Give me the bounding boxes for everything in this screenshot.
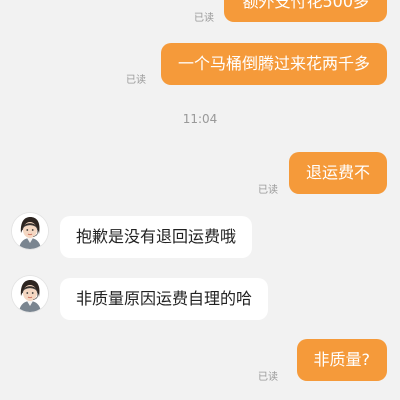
outgoing-message[interactable]: 一个马桶倒腾过来花两千多 (160, 43, 387, 85)
agent-avatar-icon (12, 276, 48, 312)
incoming-message[interactable]: 非质量原因运费自理的哈 (60, 278, 269, 320)
outgoing-message[interactable]: 额外支付花500多 (224, 0, 387, 22)
read-receipt: 已读 (194, 13, 214, 24)
incoming-message[interactable]: 抱歉是没有退回运费哦 (60, 216, 253, 258)
read-receipt: 已读 (126, 75, 146, 86)
outgoing-message[interactable]: 非质量? (296, 339, 387, 381)
timestamp: 11:04 (182, 112, 218, 126)
outgoing-message[interactable]: 退运费不 (288, 152, 387, 194)
chat-thread[interactable]: 已读 额外支付花500多 已读 一个马桶倒腾过来花两千多 11:04 已读 退运… (0, 0, 400, 400)
agent-avatar[interactable] (12, 276, 48, 312)
agent-avatar[interactable] (12, 213, 48, 249)
agent-avatar-icon (12, 213, 48, 249)
read-receipt: 已读 (258, 372, 278, 383)
read-receipt: 已读 (258, 185, 278, 196)
